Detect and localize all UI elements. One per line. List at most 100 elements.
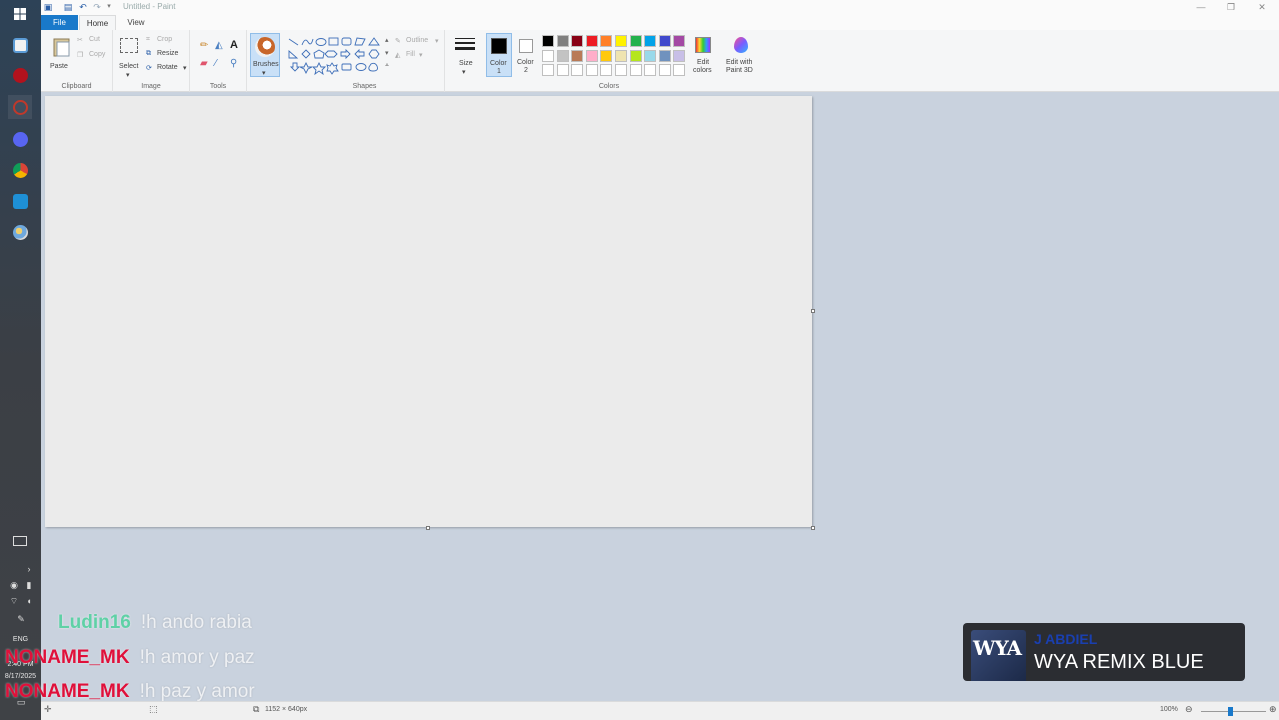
magnifier-icon[interactable]: ⚲	[230, 58, 237, 69]
drawing-canvas[interactable]	[45, 96, 812, 527]
color-picker-icon[interactable]: ⁄	[215, 58, 217, 69]
palette-swatch[interactable]	[585, 64, 598, 76]
tab-view[interactable]: View	[121, 15, 151, 30]
palette-swatch[interactable]	[629, 49, 642, 62]
color1-button[interactable]: Color 1	[486, 33, 512, 77]
save-icon[interactable]: ▤	[63, 2, 73, 12]
fill-bucket-icon[interactable]: ◭	[215, 40, 223, 51]
language-indicator[interactable]: ENG	[0, 636, 41, 643]
tray-chevron-icon[interactable]: ›	[24, 564, 34, 574]
color2-button[interactable]: Color 2	[514, 33, 540, 77]
scissors-icon: ✂	[77, 37, 83, 44]
tray-camera-icon[interactable]: ◉	[9, 580, 19, 590]
taskbar-store-app[interactable]	[8, 33, 32, 57]
start-button[interactable]	[8, 2, 32, 26]
cut-label: Cut	[89, 36, 100, 43]
palette-swatch[interactable]	[644, 35, 657, 47]
text-tool-icon[interactable]: A	[230, 39, 238, 51]
clock-date[interactable]: 8/17/2025	[0, 673, 41, 680]
palette-swatch[interactable]	[673, 64, 686, 76]
palette-swatch[interactable]	[556, 49, 569, 62]
palette-swatch[interactable]	[629, 64, 642, 76]
taskbar-news[interactable]	[8, 529, 32, 553]
resize-button[interactable]: ⧉ Resize	[146, 50, 186, 61]
taskbar-app-blue[interactable]	[8, 189, 32, 213]
palette-swatch[interactable]	[644, 64, 657, 76]
eraser-icon[interactable]: ▰	[200, 58, 208, 69]
tray-pen-icon[interactable]: ✎	[16, 614, 26, 624]
tray-wifi-icon[interactable]: ⌔	[9, 596, 19, 606]
pencil-icon[interactable]: ✏	[200, 40, 208, 51]
tray-mic-icon[interactable]: ▮	[24, 580, 34, 590]
zoom-slider-thumb[interactable]	[1228, 707, 1233, 716]
resize-handle-corner[interactable]	[811, 526, 815, 530]
palette-swatch[interactable]	[615, 64, 627, 76]
taskbar-app-obs[interactable]	[8, 95, 32, 119]
palette-swatch[interactable]	[658, 49, 671, 62]
pen-app-icon	[12, 193, 28, 209]
palette-swatch[interactable]	[615, 35, 627, 47]
canvas-workspace[interactable]	[41, 92, 1279, 701]
outline-button[interactable]: ✎ Outline ▾	[395, 37, 443, 48]
close-button[interactable]: ✕	[1255, 1, 1269, 13]
zoom-in-icon[interactable]: ⊕	[1269, 704, 1277, 715]
palette-swatch[interactable]	[556, 64, 569, 76]
rotate-button[interactable]: ⟳ Rotate ▾	[146, 64, 188, 75]
palette-swatch[interactable]	[585, 49, 598, 62]
palette-swatch[interactable]	[644, 49, 657, 62]
palette-swatch[interactable]	[673, 49, 686, 62]
palette-swatch[interactable]	[542, 64, 554, 76]
album-art: WYA	[971, 630, 1026, 681]
chat-text: !h ando rabia	[140, 612, 252, 633]
palette-swatch[interactable]	[571, 49, 584, 62]
taskbar-paint[interactable]	[8, 220, 32, 244]
zoom-slider[interactable]	[1201, 707, 1266, 716]
shapes-scroll-down-icon[interactable]: ▾	[385, 49, 389, 57]
taskbar-app-red[interactable]	[8, 63, 32, 87]
palette-swatch[interactable]	[556, 35, 569, 47]
restore-button[interactable]: ❐	[1224, 1, 1238, 13]
fill-button[interactable]: ◭ Fill ▾	[395, 51, 435, 62]
customize-quick-access-icon[interactable]: ▾	[104, 2, 114, 12]
paste-button[interactable]: Paste	[49, 34, 71, 74]
cut-button[interactable]: ✂ Cut	[77, 36, 107, 47]
undo-icon[interactable]: ↶	[78, 2, 88, 12]
palette-swatch[interactable]	[571, 64, 584, 76]
shapes-gallery-icons[interactable]	[287, 36, 387, 76]
zoom-out-icon[interactable]: ⊖	[1185, 704, 1193, 715]
tab-file[interactable]: File	[41, 15, 78, 30]
palette-swatch[interactable]	[629, 35, 642, 47]
palette-swatch[interactable]	[542, 35, 554, 47]
edit-with-paint3d-button[interactable]: Edit with Paint 3D	[721, 33, 761, 77]
shapes-scroll-up-icon[interactable]: ▴	[385, 36, 389, 44]
resize-handle-right[interactable]	[811, 309, 815, 313]
minimize-button[interactable]: —	[1194, 1, 1208, 13]
palette-swatch[interactable]	[585, 35, 598, 47]
resize-handle-bottom[interactable]	[426, 526, 430, 530]
tab-home[interactable]: Home	[79, 15, 116, 30]
palette-swatch[interactable]	[673, 35, 686, 47]
tray-volume-icon[interactable]: ◖	[24, 596, 34, 606]
copy-label: Copy	[89, 51, 106, 58]
palette-swatch[interactable]	[600, 35, 613, 47]
palette-swatch[interactable]	[615, 49, 627, 62]
edit-colors-label-2: colors	[693, 67, 712, 74]
taskbar-discord[interactable]	[8, 127, 32, 151]
taskbar-chrome[interactable]	[8, 158, 32, 182]
palette-swatch[interactable]	[658, 64, 671, 76]
palette-swatch[interactable]	[600, 49, 613, 62]
copy-button[interactable]: ❐ Copy	[77, 51, 109, 62]
palette-swatch[interactable]	[542, 49, 554, 62]
size-button[interactable]: Size ▾	[450, 34, 480, 78]
palette-swatch[interactable]	[571, 35, 584, 47]
palette-icon	[12, 224, 28, 240]
brushes-button[interactable]: Brushes ▾	[250, 33, 280, 77]
crop-button[interactable]: ⌗ Crop	[146, 36, 186, 47]
palette-swatch[interactable]	[600, 64, 613, 76]
edit-colors-button[interactable]: Edit colors	[688, 33, 718, 77]
shapes-more-icon[interactable]: ⩡	[385, 62, 389, 70]
redo-icon[interactable]: ↷	[92, 2, 102, 12]
chat-username: NONAME_MK	[5, 681, 130, 702]
select-button[interactable]: Select ▾	[117, 34, 141, 79]
palette-swatch[interactable]	[658, 35, 671, 47]
